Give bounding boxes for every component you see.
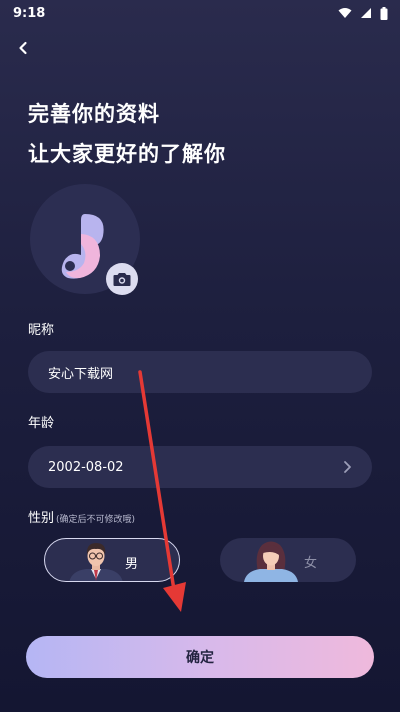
battery-icon (380, 6, 388, 20)
wifi-icon (338, 8, 352, 18)
gender-option-male-label: 男 (125, 557, 139, 572)
age-value: 2002-08-02 (48, 459, 124, 475)
confirm-button[interactable]: 确定 (26, 636, 374, 678)
gender-label-text: 性别 (28, 511, 55, 526)
page-title: 完善你的资料 (28, 102, 160, 126)
confirm-button-label: 确定 (186, 650, 214, 666)
gender-hint: (确定后不可修改哦) (56, 515, 136, 525)
nickname-value: 安心下载网 (48, 366, 114, 382)
status-icons (338, 6, 388, 20)
status-time: 9:18 (13, 5, 46, 21)
change-avatar-button[interactable] (106, 263, 138, 295)
nickname-label: 昵称 (28, 323, 55, 338)
gender-option-female-label: 女 (304, 556, 318, 571)
back-button[interactable] (12, 36, 36, 60)
status-bar: 9:18 (0, 0, 400, 26)
nickname-field[interactable]: 安心下载网 (28, 351, 372, 393)
camera-icon (113, 273, 131, 286)
gender-label: 性别 (确定后不可修改哦) (28, 507, 135, 526)
chevron-right-icon (344, 461, 351, 473)
age-label: 年龄 (28, 416, 55, 431)
gender-option-female[interactable]: 女 (220, 538, 356, 582)
age-picker[interactable]: 2002-08-02 (28, 446, 372, 488)
female-avatar-icon (244, 541, 298, 582)
back-arrow-icon (19, 41, 27, 55)
signal-icon (361, 8, 371, 18)
gender-option-male[interactable]: 男 (44, 538, 180, 582)
male-avatar-icon (69, 543, 123, 581)
page-subtitle: 让大家更好的了解你 (28, 142, 226, 166)
